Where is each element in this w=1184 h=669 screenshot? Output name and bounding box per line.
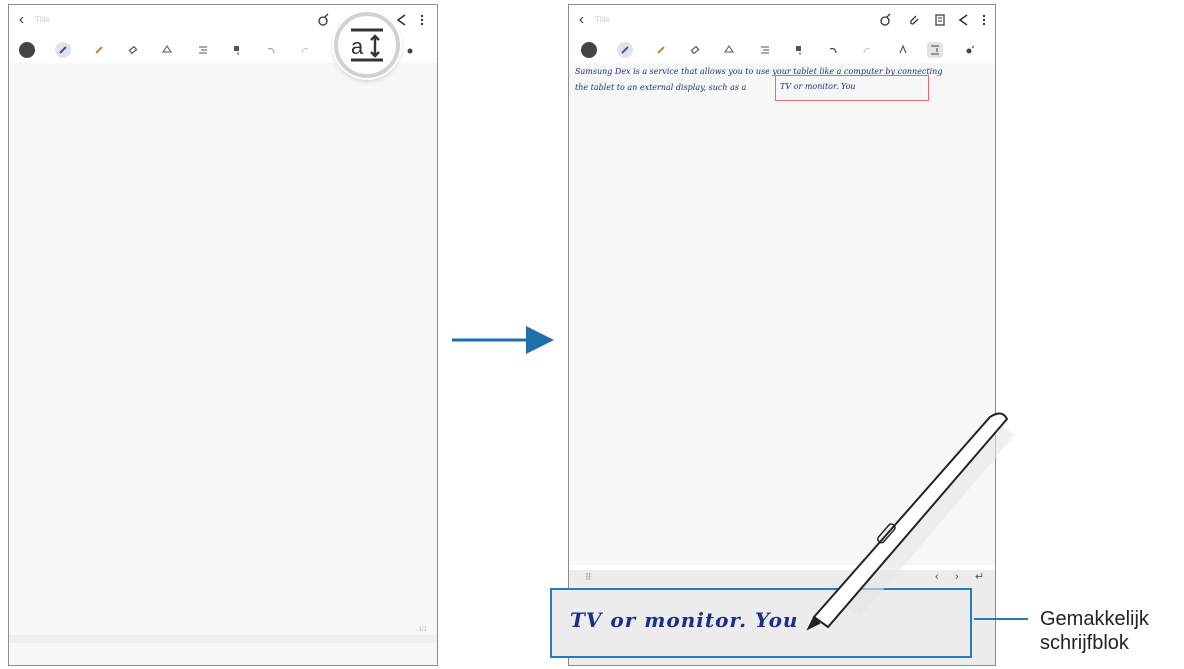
drag-handle-icon[interactable]: ⠿ [585, 572, 592, 583]
shape-tool-icon[interactable] [895, 42, 911, 58]
keyboard-mode-icon[interactable] [581, 42, 597, 58]
highlighter-icon[interactable] [653, 42, 669, 58]
page-style-icon[interactable] [933, 13, 947, 27]
callout-label: Gemakkelijk schrijfblok [1040, 607, 1149, 655]
pen-tool-icon[interactable] [55, 42, 71, 58]
undo-icon[interactable] [825, 42, 841, 58]
left-tablet-screen: ‹ Title 1/1 [8, 4, 438, 666]
keyboard-mode-icon[interactable] [19, 42, 35, 58]
note-line-2: the tablet to an external display, such … [575, 83, 747, 92]
more-options-icon[interactable] [977, 13, 991, 27]
redo-icon[interactable] [859, 42, 875, 58]
callout-line [974, 618, 1028, 620]
pad-handwriting: TV or monitor. You [570, 608, 799, 632]
lasso-icon[interactable] [159, 42, 175, 58]
lasso-icon[interactable] [721, 42, 737, 58]
redo-icon[interactable] [297, 42, 313, 58]
undo-icon[interactable] [263, 42, 279, 58]
title-field[interactable]: Title [595, 15, 610, 24]
svg-text:a: a [351, 34, 364, 59]
selected-text-box[interactable]: TV or monitor. You [775, 75, 929, 101]
magnified-text-size-button: a [334, 12, 400, 78]
back-icon[interactable]: ‹ [19, 11, 24, 28]
share-icon[interactable] [957, 13, 971, 27]
eraser-icon[interactable] [687, 42, 703, 58]
pen-settings-icon[interactable] [317, 13, 331, 27]
color-picker-icon[interactable] [229, 42, 245, 58]
pen-settings-icon[interactable] [879, 13, 893, 27]
selected-text: TV or monitor. You [780, 82, 856, 91]
color-picker-icon[interactable] [791, 42, 807, 58]
callout-line-2: schrijfblok [1040, 632, 1129, 654]
page-indicator: 1/1 [418, 627, 427, 633]
handwriting-to-text-icon[interactable] [963, 42, 979, 58]
text-align-icon[interactable] [195, 42, 211, 58]
pen-tool-icon[interactable] [617, 42, 633, 58]
callout-line-1: Gemakkelijk [1040, 608, 1149, 630]
text-size-icon: a [351, 28, 383, 62]
back-icon[interactable]: ‹ [579, 11, 584, 28]
highlighter-icon[interactable] [91, 42, 107, 58]
text-align-icon[interactable] [757, 42, 773, 58]
title-field[interactable]: Title [35, 15, 50, 24]
eraser-icon[interactable] [125, 42, 141, 58]
transition-arrow [452, 326, 554, 354]
handwriting-to-text-icon[interactable] [405, 42, 421, 58]
text-size-button[interactable] [927, 42, 943, 58]
s-pen-stylus [806, 412, 1015, 631]
note-canvas[interactable] [9, 63, 437, 665]
attach-icon[interactable] [907, 13, 921, 27]
share-icon[interactable] [395, 13, 409, 27]
text-size-icon [931, 45, 939, 55]
bottom-strip [9, 635, 437, 643]
top-bar: ‹ Title [569, 5, 995, 37]
more-options-icon[interactable] [415, 13, 429, 27]
drawing-toolbar [569, 37, 995, 64]
